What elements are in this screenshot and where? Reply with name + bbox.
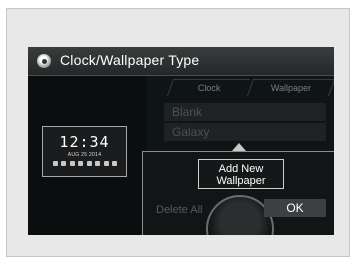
add-new-wallpaper-label: Add New Wallpaper (216, 163, 266, 187)
delete-all-button[interactable]: Delete All (156, 202, 216, 218)
list-item-galaxy[interactable]: Galaxy (164, 123, 326, 141)
preview-icon-row (53, 161, 117, 166)
app-icon (61, 161, 67, 166)
add-new-wallpaper-button[interactable]: Add New Wallpaper (198, 159, 284, 189)
ok-button[interactable]: OK (264, 199, 326, 217)
settings-dial-icon (37, 54, 51, 68)
popup-pointer (232, 143, 246, 151)
page-title: Clock/Wallpaper Type (60, 52, 200, 68)
tab-wallpaper[interactable]: Wallpaper (246, 79, 334, 96)
display-screen: Clock/Wallpaper Type 12:34 AUG 25 2014 C… (28, 47, 334, 235)
app-icon (86, 161, 92, 166)
app-icon (78, 161, 84, 166)
preview-clock-time: 12:34 (59, 133, 110, 151)
tab-wallpaper-label: Wallpaper (270, 83, 311, 93)
type-tabs: Clock Wallpaper (160, 79, 334, 96)
app-icon (95, 161, 101, 166)
title-bar: Clock/Wallpaper Type (28, 47, 334, 76)
list-item-blank[interactable]: Blank (164, 103, 326, 121)
tab-clock[interactable]: Clock (166, 79, 251, 96)
app-icon (103, 161, 109, 166)
tab-clock-label: Clock (197, 83, 221, 93)
app-icon (69, 161, 75, 166)
app-icon (53, 161, 58, 166)
app-icon (111, 161, 117, 166)
wallpaper-preview: 12:34 AUG 25 2014 (42, 126, 127, 177)
preview-clock-date: AUG 25 2014 (67, 152, 102, 158)
